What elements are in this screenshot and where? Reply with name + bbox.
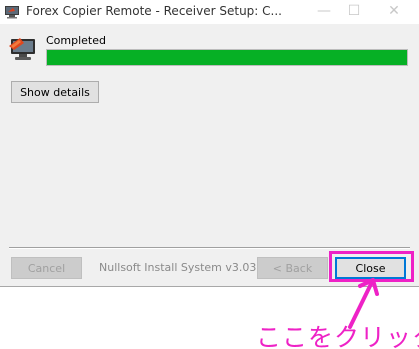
- maximize-icon[interactable]: ☐: [339, 0, 369, 24]
- show-details-button[interactable]: Show details: [11, 81, 99, 103]
- progress-bar: [46, 49, 408, 66]
- install-status: Completed: [46, 34, 106, 47]
- installer-window: Forex Copier Remote - Receiver Setup: C.…: [0, 0, 419, 287]
- minimize-icon[interactable]: —: [309, 0, 339, 24]
- progress-bar-fill: [47, 50, 407, 65]
- installer-icon: [9, 38, 35, 60]
- app-installer-icon: [5, 6, 19, 19]
- title-bar: Forex Copier Remote - Receiver Setup: C.…: [0, 0, 419, 24]
- annotation-click-here: ここをクリック: [256, 323, 419, 349]
- footer-separator: [9, 247, 410, 249]
- page: Forex Copier Remote - Receiver Setup: C.…: [0, 0, 419, 349]
- back-button[interactable]: < Back: [257, 257, 328, 279]
- close-icon[interactable]: ✕: [379, 0, 409, 24]
- window-title: Forex Copier Remote - Receiver Setup: C.…: [26, 4, 282, 18]
- cancel-button[interactable]: Cancel: [11, 257, 82, 279]
- nsis-branding: Nullsoft Install System v3.03: [99, 261, 257, 274]
